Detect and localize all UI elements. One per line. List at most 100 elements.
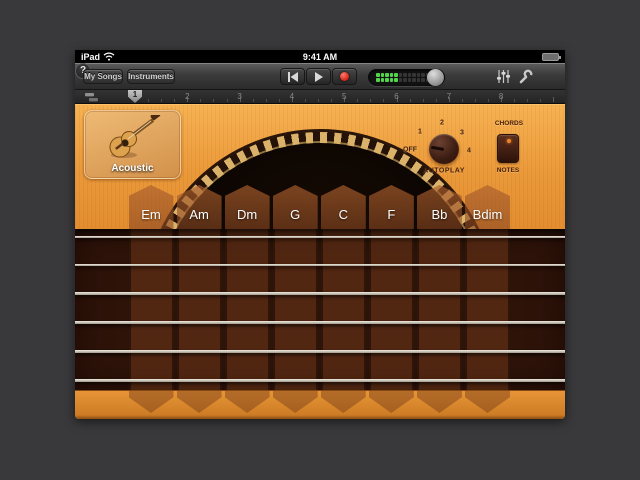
- play-icon: [315, 72, 323, 82]
- ruler-tick: [553, 97, 554, 102]
- led-on: [376, 73, 380, 77]
- ruler-tick: [213, 99, 214, 102]
- led-off: [417, 73, 421, 77]
- led-off: [421, 73, 425, 77]
- chord-strip-row: EmAmDmGCFBbBdim: [75, 185, 565, 229]
- ruler-tick: [488, 99, 489, 102]
- led-off: [417, 78, 421, 82]
- chord-column-Am[interactable]: [177, 229, 222, 390]
- screen: iPad 9:41 AM My Songs Instruments: [0, 0, 640, 480]
- bar-number: 8: [499, 92, 503, 101]
- notes-label: NOTES: [497, 167, 519, 174]
- timeline-ruler[interactable]: 12345678: [75, 90, 565, 104]
- guitar-body-bottom: [75, 390, 565, 419]
- chords-notes-switch[interactable]: [497, 134, 519, 163]
- autoplay-off-label: OFF: [403, 147, 417, 154]
- ruler-tick: [200, 99, 201, 102]
- acoustic-guitar-icon: [103, 115, 163, 161]
- ruler-tick: [279, 99, 280, 102]
- record-button[interactable]: [332, 68, 357, 85]
- bar-number: 5: [342, 92, 346, 101]
- autoplay-knob[interactable]: [429, 134, 459, 164]
- led-on: [381, 78, 385, 82]
- ruler-tick: [331, 99, 332, 102]
- chords-label: CHORDS: [495, 120, 523, 127]
- autoplay-1-label: 1: [418, 129, 422, 136]
- chord-strip-end: [177, 391, 222, 413]
- bar-number: 2: [185, 92, 189, 101]
- guitar-string-3[interactable]: [75, 292, 565, 295]
- led-on: [381, 73, 385, 77]
- volume-slider-thumb[interactable]: [427, 69, 444, 86]
- guitar-string-2[interactable]: [75, 264, 565, 266]
- chord-column-Bdim[interactable]: [465, 229, 510, 390]
- chord-label: G: [273, 207, 318, 222]
- chord-column-G[interactable]: [273, 229, 318, 390]
- level-meter-volume-slider[interactable]: [368, 69, 445, 86]
- led-off: [421, 78, 425, 82]
- ruler-tick: [227, 99, 228, 102]
- led-on: [385, 73, 389, 77]
- ruler-tick: [475, 99, 476, 102]
- ruler-tick: [174, 99, 175, 102]
- play-button[interactable]: [306, 68, 331, 85]
- guitar-string-1[interactable]: [75, 236, 565, 238]
- chord-column-F[interactable]: [369, 229, 414, 390]
- autoplay-3-label: 3: [460, 130, 464, 137]
- chord-strip-Bb[interactable]: Bb: [417, 185, 462, 229]
- chord-column-Em[interactable]: [129, 229, 174, 390]
- chord-label: Am: [177, 207, 222, 222]
- toolbar: My Songs Instruments: [75, 63, 565, 90]
- chord-label: Bdim: [465, 207, 510, 222]
- wrench-icon[interactable]: [518, 69, 533, 84]
- chord-column-Dm[interactable]: [225, 229, 270, 390]
- ruler-tick: [540, 99, 541, 102]
- led-off: [403, 73, 407, 77]
- led-off: [408, 78, 412, 82]
- ruler-tick: [161, 99, 162, 102]
- chord-label: C: [321, 207, 366, 222]
- chord-strip-Am[interactable]: Am: [177, 185, 222, 229]
- chord-column-Bb[interactable]: [417, 229, 462, 390]
- guitar-string-4[interactable]: [75, 321, 565, 324]
- led-on: [394, 78, 398, 82]
- autoplay-title: AUTOPLAY: [423, 168, 465, 175]
- fretboard: [75, 229, 565, 390]
- instrument-selector-card[interactable]: Acoustic: [84, 110, 181, 179]
- mixer-sliders-icon[interactable]: [496, 69, 511, 84]
- chord-strip-C[interactable]: C: [321, 185, 366, 229]
- led-off: [408, 73, 412, 77]
- guitar-string-6[interactable]: [75, 379, 565, 382]
- led-off: [412, 78, 416, 82]
- instruments-button[interactable]: Instruments: [127, 69, 175, 84]
- track-view-icon[interactable]: [85, 92, 101, 102]
- chord-column-C[interactable]: [321, 229, 366, 390]
- led-on: [390, 73, 394, 77]
- chord-strip-Bdim[interactable]: Bdim: [465, 185, 510, 229]
- chord-label: Dm: [225, 207, 270, 222]
- ruler-tick: [423, 99, 424, 102]
- chord-label: F: [369, 207, 414, 222]
- instrument-name-label: Acoustic: [85, 163, 180, 174]
- ruler-tick: [266, 99, 267, 102]
- chord-strip-G[interactable]: G: [273, 185, 318, 229]
- chord-strip-Dm[interactable]: Dm: [225, 185, 270, 229]
- ruler-tick: [318, 99, 319, 102]
- my-songs-button[interactable]: My Songs: [83, 69, 123, 84]
- ruler-tick: [527, 99, 528, 102]
- bar-number: 6: [394, 92, 398, 101]
- clock: 9:41 AM: [75, 52, 565, 62]
- chord-label: Bb: [417, 207, 462, 222]
- chord-strip-end: [369, 391, 414, 413]
- guitar-string-5[interactable]: [75, 350, 565, 353]
- ruler-tick: [383, 99, 384, 102]
- chord-strip-F[interactable]: F: [369, 185, 414, 229]
- playhead[interactable]: 1: [128, 90, 142, 103]
- ruler-tick: [305, 99, 306, 102]
- autoplay-4-label: 4: [467, 148, 471, 155]
- bar-number: 4: [290, 92, 294, 101]
- status-bar: iPad 9:41 AM: [75, 50, 565, 63]
- chord-strip-Em[interactable]: Em: [129, 185, 174, 229]
- led-off: [412, 73, 416, 77]
- rewind-button[interactable]: [280, 68, 305, 85]
